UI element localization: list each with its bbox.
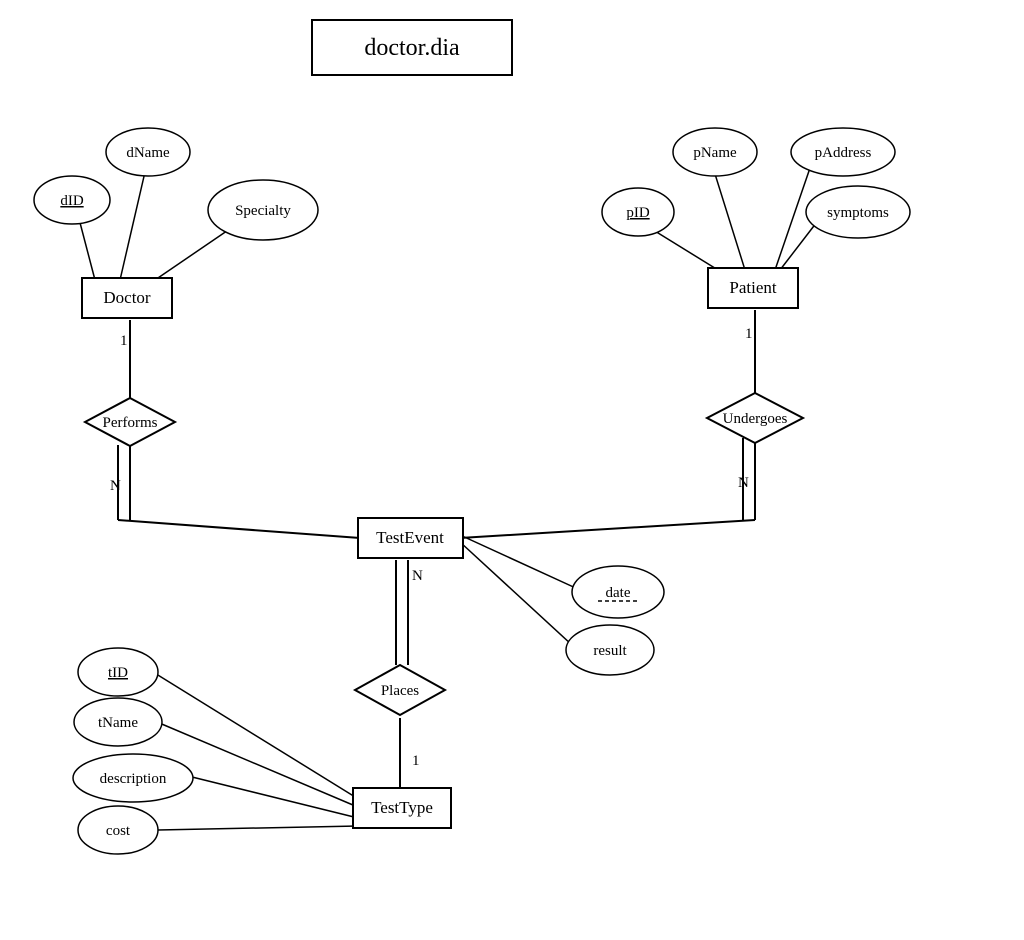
attr-symptoms-label: symptoms bbox=[827, 205, 889, 221]
attr-tname-label: tName bbox=[98, 715, 138, 731]
line-testtype-tname bbox=[157, 722, 360, 808]
cardinality-undergoes-testevent: N bbox=[738, 475, 749, 491]
line-did-doctor bbox=[78, 215, 95, 280]
line-pid-patient bbox=[650, 228, 718, 270]
line-dname-doctor bbox=[120, 172, 145, 280]
line-testevent-result bbox=[460, 542, 572, 645]
relationship-undergoes-label: Undergoes bbox=[723, 411, 788, 427]
entity-testtype-label: TestType bbox=[371, 798, 433, 817]
cardinality-doctor-performs: 1 bbox=[120, 333, 128, 349]
entity-testevent-label: TestEvent bbox=[376, 528, 444, 547]
attr-pname-label: pName bbox=[693, 145, 737, 161]
attr-tid-label: tID bbox=[108, 665, 128, 681]
attr-specialty-label: Specialty bbox=[235, 203, 291, 219]
title-text: doctor.dia bbox=[364, 35, 460, 61]
line-undergoes-testevent-h bbox=[460, 520, 755, 538]
attr-cost-label: cost bbox=[106, 823, 131, 839]
attr-result-label: result bbox=[593, 643, 627, 659]
attr-did-label: dID bbox=[60, 193, 83, 209]
entity-patient-label: Patient bbox=[729, 278, 776, 297]
cardinality-testevent-places: N bbox=[412, 568, 423, 584]
attr-dname-label: dName bbox=[126, 145, 170, 161]
line-performs-testevent-h bbox=[118, 520, 360, 538]
attr-pid-label: pID bbox=[626, 205, 649, 221]
cardinality-patient-undergoes: 1 bbox=[745, 326, 753, 342]
cardinality-places-testtype: 1 bbox=[412, 753, 420, 769]
entity-doctor-label: Doctor bbox=[103, 288, 151, 307]
attr-paddress-label: pAddress bbox=[815, 145, 872, 161]
line-pname-patient bbox=[715, 174, 745, 270]
attr-description-label: description bbox=[100, 771, 167, 787]
relationship-performs-label: Performs bbox=[103, 415, 158, 431]
cardinality-performs-testevent: N bbox=[110, 478, 121, 494]
line-testtype-cost bbox=[158, 826, 358, 830]
relationship-places-label: Places bbox=[381, 683, 419, 699]
attr-date-label: date bbox=[606, 585, 631, 601]
line-testevent-date bbox=[460, 535, 580, 590]
